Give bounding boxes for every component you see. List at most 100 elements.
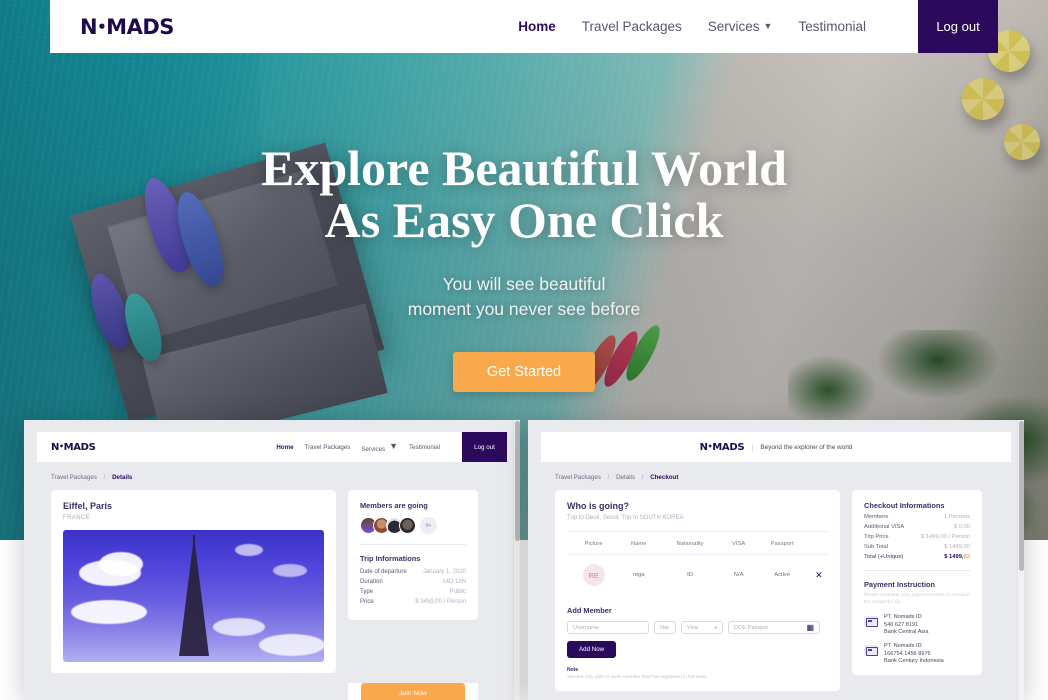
tagline-separator: | <box>751 442 754 452</box>
checkout-info-key: Trip Price <box>864 534 889 540</box>
eiffel-tower-spire <box>192 535 195 549</box>
column-header-visa: VISA <box>732 541 746 547</box>
add-now-button[interactable]: Add Now <box>567 641 617 658</box>
trip-info-value: $ 3459,00 / Person <box>415 599 466 605</box>
checkout-logo-suffix: MADS <box>712 441 745 453</box>
trip-info-row: Price $ 3459,00 / Person <box>360 599 466 605</box>
details-page-panel: N•MADS Home Travel Packages Services ▼ Te… <box>24 420 520 700</box>
details-logo-suffix: MADS <box>63 441 96 453</box>
nationality-input[interactable]: Nat <box>654 621 676 634</box>
username-input[interactable]: Username <box>567 621 649 634</box>
checkout-total-value: $ 1499,82 <box>944 554 970 560</box>
avatar-more-count[interactable]: 9+ <box>420 517 437 534</box>
checkout-info-value: $ 1499,00 / Person <box>921 534 970 540</box>
payment-instruction-heading: Payment Instruction <box>864 580 936 589</box>
checkout-panel-scrollbar[interactable] <box>1017 420 1024 700</box>
cloud <box>273 564 307 577</box>
cloud <box>259 634 324 656</box>
details-nav-testimonial[interactable]: Testimonial <box>409 444 440 451</box>
divider <box>360 544 466 545</box>
table-row: RE rega ID N/A Active ✕ <box>567 554 828 595</box>
details-nav-services[interactable]: Services ▼ <box>361 441 398 453</box>
credit-card-icon <box>864 645 878 657</box>
checkout-info-key: Additional VISA <box>864 524 905 530</box>
bank-account-item[interactable]: PT. Nomads ID 546 627 8191 Bank Central … <box>864 614 970 635</box>
members-going-heading: Members are going <box>360 501 428 510</box>
remove-member-close-icon[interactable]: ✕ <box>815 570 823 580</box>
join-now-button[interactable]: Join Now <box>361 683 465 700</box>
details-nav-links: Home Travel Packages Services ▼ Testimoni… <box>276 432 507 462</box>
note-heading: Note <box>567 667 579 673</box>
divider <box>567 531 828 532</box>
who-is-going-subtitle: Trip to Deok, Seoul, Trip to SOUTH KOREA <box>567 515 684 521</box>
trip-info-row: Duration 14D 13N <box>360 579 466 585</box>
who-is-going-heading: Who is going? <box>567 501 629 511</box>
package-photo[interactable] <box>63 530 324 662</box>
details-cards-row: Eiffel, Paris FRANCE Members are going 9… <box>51 490 507 673</box>
details-nav-services-label: Services <box>361 446 386 453</box>
details-logo-prefix: N <box>51 441 60 453</box>
details-logout-button[interactable]: Log out <box>462 432 507 462</box>
get-started-button[interactable]: Get Started <box>452 351 596 392</box>
checkout-total-decimal: 82 <box>963 554 970 560</box>
checkout-info-value: $ 1499,00 <box>944 544 970 550</box>
column-header-name: Name <box>630 541 647 547</box>
cell-passport: Active <box>754 554 810 595</box>
breadcrumb-separator: / <box>103 474 106 481</box>
trip-info-row: Type Public <box>360 589 466 595</box>
details-nav-bar: N•MADS Home Travel Packages Services ▼ Te… <box>37 432 507 462</box>
checkout-info-row: Trip Price $ 1499,00 / Person <box>864 534 970 540</box>
checkout-info-value: $ 0,00 <box>953 524 970 530</box>
bank-account-text: PT. Nomads ID 546 627 8191 Bank Central … <box>884 614 928 635</box>
cell-picture: RE <box>567 554 621 595</box>
package-country: FRANCE <box>63 515 91 521</box>
trip-info-value: January 1, 2020 <box>422 569 466 575</box>
checkout-info-row: Members 1 Persons <box>864 514 970 520</box>
join-now-wrapper: Join Now <box>348 683 478 700</box>
hero-subtitle-line-2: moment you never see before <box>407 299 641 320</box>
cell-visa: N/A <box>722 554 755 595</box>
note-body: You are only able to invite member that … <box>567 675 708 680</box>
avatar[interactable] <box>399 517 416 534</box>
checkout-brand-logo[interactable]: N•MADS <box>700 442 745 453</box>
add-member-heading: Add Member <box>567 606 612 615</box>
visa-select[interactable]: Visa ♦ <box>681 621 723 634</box>
hero-title-line-2: As Easy One Click <box>324 192 724 248</box>
passport-input[interactable]: DOE Passpor ▦ <box>728 621 820 634</box>
checkout-total-key: Total (+Unique) <box>864 554 904 560</box>
breadcrumb-details[interactable]: Details <box>616 474 635 481</box>
checkout-info-value: 1 Persons <box>943 514 970 520</box>
checkout-informations-heading: Checkout Informations <box>864 501 945 510</box>
package-detail-card: Eiffel, Paris FRANCE <box>51 490 336 673</box>
hero-title: Explore Beautiful World As Easy One Clic… <box>0 142 1048 246</box>
breadcrumb-travel-packages[interactable]: Travel Packages <box>51 474 97 481</box>
breadcrumb-separator: / <box>607 474 610 481</box>
details-panel-scrollbar[interactable] <box>513 420 520 700</box>
details-nav-travel-packages[interactable]: Travel Packages <box>305 444 351 451</box>
divider <box>864 570 970 571</box>
members-table: Picture Name Nationality VISA Passport R… <box>567 534 828 595</box>
payment-instruction-note: Please complete your payment before to c… <box>864 593 970 606</box>
checkout-total-main: $ 1499, <box>944 554 964 560</box>
cloud <box>235 544 263 556</box>
page-root: N•MADS Home Travel Packages Services ▼ Te… <box>0 0 1048 700</box>
checkout-info-row: Sub Total $ 1499,00 <box>864 544 970 550</box>
breadcrumb-separator: / <box>641 474 644 481</box>
checkout-header-bar: N•MADS | Beyond the explorer of the worl… <box>541 432 1011 462</box>
details-nav-home[interactable]: Home <box>276 444 293 451</box>
passport-upload-icon[interactable]: ▦ <box>806 623 814 632</box>
breadcrumb-travel-packages[interactable]: Travel Packages <box>555 474 601 481</box>
details-brand-logo[interactable]: N•MADS <box>51 442 96 453</box>
visa-select-label: Visa <box>687 624 698 631</box>
bank-account-text: PT. Nomads ID 166754 1456 8976 Bank Cent… <box>884 643 944 664</box>
members-and-trip-card: Members are going 9+ Trip Informations D… <box>348 490 478 620</box>
cloud <box>71 600 147 624</box>
trip-info-key: Type <box>360 589 374 595</box>
checkout-info-row: Additional VISA $ 0,00 <box>864 524 970 530</box>
bank-account-item[interactable]: PT. Nomads ID 166754 1456 8976 Bank Cent… <box>864 643 970 664</box>
bank-account-number: 166754 1456 8976 <box>884 650 931 657</box>
brand-tagline: Beyond the explorer of the world <box>760 443 853 451</box>
checkout-cards-row: Who is going? Trip to Deok, Seoul, Trip … <box>555 490 1011 691</box>
details-chevron-down-icon: ▼ <box>389 441 399 451</box>
who-is-going-card: Who is going? Trip to Deok, Seoul, Trip … <box>555 490 840 691</box>
